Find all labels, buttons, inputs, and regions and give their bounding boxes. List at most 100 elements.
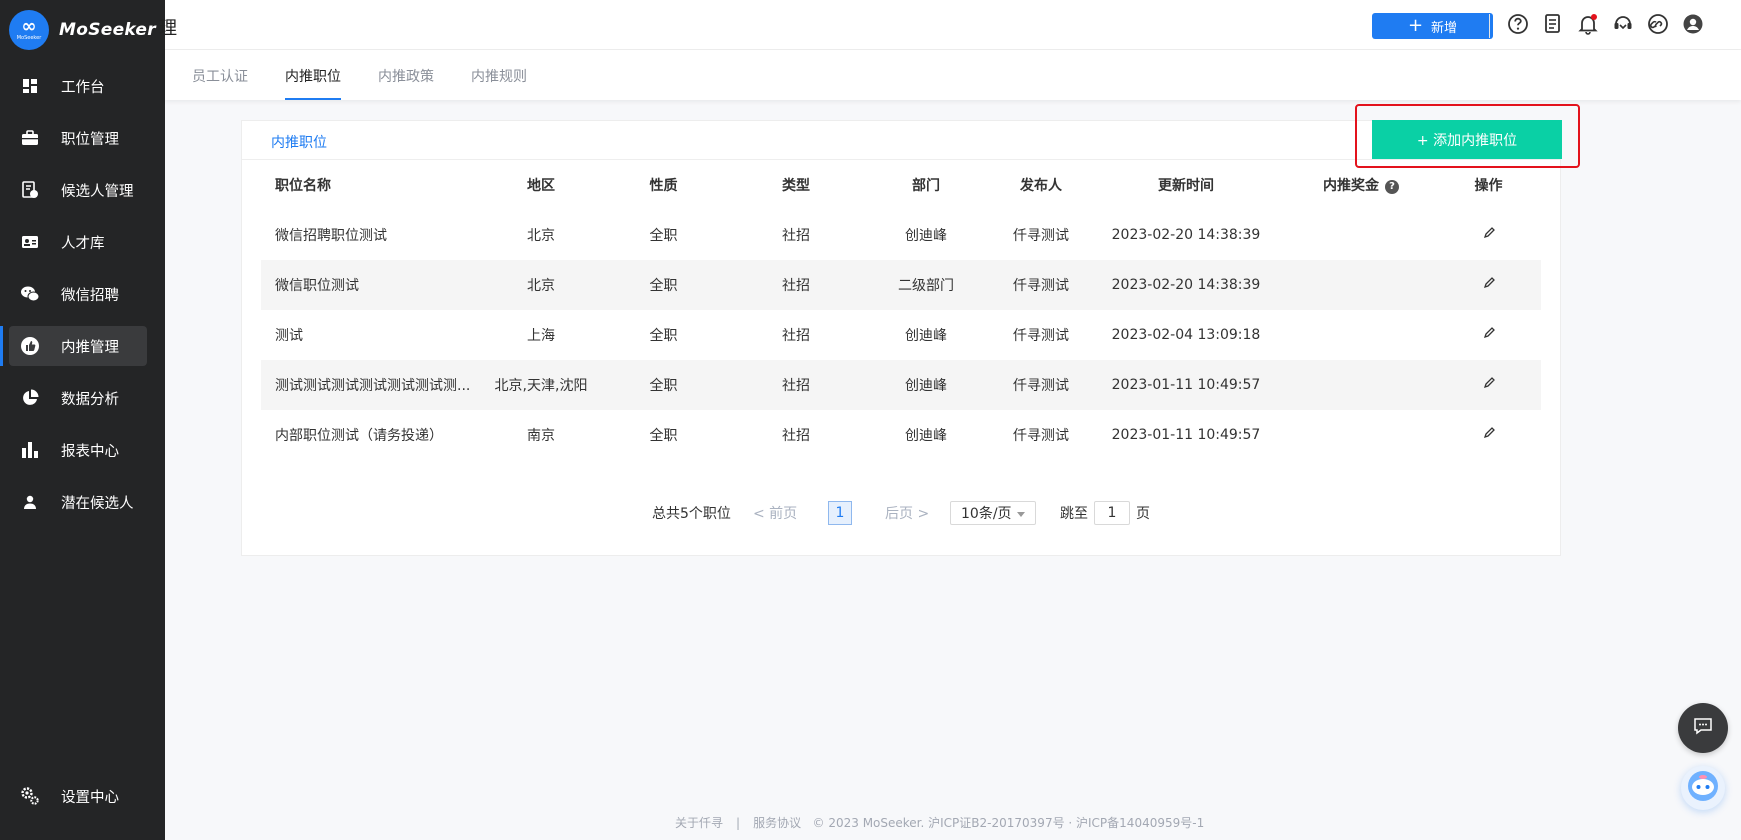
avatar[interactable] [1682, 13, 1704, 35]
assistant-robot-button[interactable] [1681, 766, 1725, 810]
pagination-total: 总共5个职位 [652, 506, 731, 522]
document-icon[interactable] [1542, 13, 1564, 35]
cell-bonus [1286, 260, 1436, 310]
sidebar-item-workbench[interactable]: 工作台 [9, 66, 147, 106]
pagination-page-1[interactable]: 1 [828, 501, 852, 525]
cell-dept: 创迪峰 [905, 428, 947, 444]
page-size-select[interactable]: 10条/页 [950, 501, 1036, 525]
col-header-region: 地区 [527, 178, 555, 194]
sidebar-item-label: 候选人管理 [61, 183, 134, 200]
help-icon[interactable] [1507, 13, 1529, 35]
cell-updated: 2023-02-20 14:38:39 [1086, 260, 1286, 310]
tab-referral-rules[interactable]: 内推规则 [471, 66, 527, 100]
bar-chart-icon [19, 439, 41, 461]
chat-button[interactable] [1678, 703, 1728, 753]
cell-type: 社招 [782, 228, 810, 244]
sidebar-item-talent-pool[interactable]: 人才库 [9, 222, 147, 262]
cell-bonus [1286, 310, 1436, 360]
brand-name: MoSeeker [59, 20, 156, 40]
cell-updated: 2023-01-11 10:49:57 [1086, 360, 1286, 410]
table-header-row: 职位名称 地区 性质 类型 部门 发布人 更新时间 内推奖金? 操作 [261, 160, 1541, 210]
cell-region: 上海 [527, 328, 555, 344]
bell-icon[interactable] [1577, 13, 1599, 35]
col-header-nature: 性质 [649, 178, 678, 194]
help-badge-icon[interactable]: ? [1385, 180, 1399, 194]
col-header-name: 职位名称 [275, 178, 331, 194]
jump-page-input[interactable]: 1 [1094, 501, 1130, 525]
sidebar-item-potential[interactable]: 潜在候选人 [9, 482, 147, 522]
cell-nature: 全职 [649, 428, 678, 444]
edit-icon[interactable] [1482, 226, 1496, 240]
header-divider [1489, 14, 1490, 38]
cell-type: 社招 [736, 360, 856, 410]
sidebar-item-label: 内推管理 [61, 339, 119, 356]
sidebar-item-analytics[interactable]: 数据分析 [9, 378, 147, 418]
pagination-prev-button[interactable]: < 前页 [753, 501, 797, 525]
edit-icon[interactable] [1482, 426, 1496, 440]
cell-publisher: 仟寻测试 [996, 260, 1086, 310]
cell-updated: 2023-01-11 10:49:57 [1111, 427, 1261, 443]
sidebar-item-label: 微信招聘 [61, 287, 119, 304]
sidebar-item-label: 职位管理 [61, 131, 119, 148]
logo[interactable]: ∞ MoSeeker MoSeeker [0, 0, 165, 60]
new-button[interactable]: + 新增 [1372, 13, 1493, 39]
robot-icon [1686, 769, 1720, 807]
support-icon[interactable] [1612, 13, 1634, 35]
sidebar-item-label: 人才库 [61, 235, 105, 252]
cell-region: 南京 [527, 428, 555, 444]
sidebar-item-label: 数据分析 [61, 391, 119, 408]
person-icon [19, 491, 41, 513]
jobs-table: 职位名称 地区 性质 类型 部门 发布人 更新时间 内推奖金? 操作 微信招聘职… [261, 160, 1541, 460]
edit-icon[interactable] [1482, 376, 1496, 390]
cell-publisher: 仟寻测试 [1013, 228, 1069, 244]
tab-employee-verify[interactable]: 员工认证 [192, 66, 248, 100]
footer-terms-link[interactable]: 服务协议 [753, 816, 801, 830]
cell-actions [1436, 260, 1541, 310]
cell-actions [1436, 210, 1541, 260]
cell-actions [1436, 410, 1541, 460]
edit-icon[interactable] [1482, 326, 1496, 340]
jump-label: 跳至 [1060, 506, 1088, 522]
gears-icon [19, 785, 41, 807]
table-row: 内部职位测试（请务投递） 南京 全职 社招 创迪峰 仟寻测试 2023-01-1… [261, 410, 1541, 460]
dashboard-icon [19, 75, 41, 97]
link-icon[interactable] [1647, 13, 1669, 35]
tab-referral-jobs[interactable]: 内推职位 [285, 66, 341, 100]
sidebar-item-wechat[interactable]: 微信招聘 [9, 274, 147, 314]
sidebar-item-candidates[interactable]: 候选人管理 [9, 170, 147, 210]
col-header-publisher: 发布人 [1020, 178, 1062, 194]
footer-copyright: © 2023 MoSeeker. 沪ICP证B2-20170397号 · 沪IC… [812, 816, 1205, 830]
cell-type: 社招 [782, 428, 810, 444]
footer-about-link[interactable]: 关于仟寻 [675, 816, 723, 830]
cell-type: 社招 [736, 260, 856, 310]
table-row: 测试 上海 全职 社招 创迪峰 仟寻测试 2023-02-04 13:09:18 [261, 310, 1541, 360]
page-title: 理 [159, 18, 177, 39]
cell-bonus [1286, 410, 1436, 460]
cell-name: 内部职位测试（请务投递） [275, 428, 443, 444]
cell-bonus [1286, 360, 1436, 410]
pie-chart-icon [19, 387, 41, 409]
cell-dept: 创迪峰 [905, 328, 947, 344]
cell-bonus [1286, 210, 1436, 260]
edit-icon[interactable] [1482, 276, 1496, 290]
cell-name: 测试测试测试测试测试测试测... [261, 360, 491, 410]
top-header: 理 + 新增 [159, 0, 1741, 50]
sidebar-item-reports[interactable]: 报表中心 [9, 430, 147, 470]
chat-bubble-icon [1693, 717, 1713, 739]
tab-referral-policy[interactable]: 内推政策 [378, 66, 434, 100]
cell-publisher: 仟寻测试 [1013, 328, 1069, 344]
card-title: 内推职位 [271, 135, 327, 151]
cell-updated: 2023-02-20 14:38:39 [1111, 227, 1261, 243]
cell-publisher: 仟寻测试 [1013, 428, 1069, 444]
table-row: 测试测试测试测试测试测试测... 北京,天津,沈阳 全职 社招 创迪峰 仟寻测试… [261, 360, 1541, 410]
cell-actions [1436, 310, 1541, 360]
sidebar-item-referral[interactable]: 内推管理 [0, 326, 147, 366]
sidebar-item-jobs[interactable]: 职位管理 [9, 118, 147, 158]
sidebar-item-label: 报表中心 [61, 443, 119, 460]
sidebar-item-settings[interactable]: 设置中心 [9, 776, 147, 816]
id-card-icon [19, 231, 41, 253]
cell-name: 微信职位测试 [261, 260, 491, 310]
pagination-next-button[interactable]: 后页 > [885, 501, 929, 525]
table-row: 微信招聘职位测试 北京 全职 社招 创迪峰 仟寻测试 2023-02-20 14… [261, 210, 1541, 260]
candidate-icon [19, 179, 41, 201]
